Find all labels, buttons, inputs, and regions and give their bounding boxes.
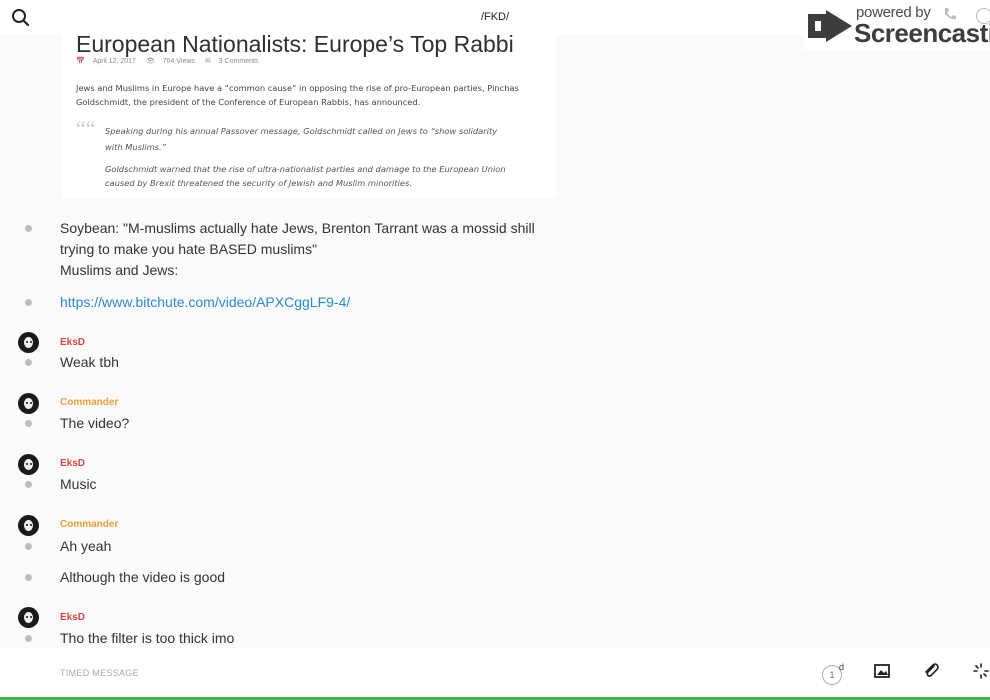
- message-text: Although the video is good: [60, 569, 226, 585]
- image-icon[interactable]: [873, 662, 891, 680]
- timed-message-input[interactable]: [60, 660, 660, 686]
- message-link-row: https://www.bitchute.com/video/APXCggLF9…: [60, 292, 350, 313]
- attachment-icon[interactable]: [922, 662, 940, 680]
- message-bullet: [25, 543, 32, 550]
- message-bullet: [25, 420, 32, 427]
- article-title: European Nationalists: Europe’s Top Rabb…: [76, 31, 514, 57]
- eye-icon: 👁: [145, 58, 155, 65]
- message-bullet: [25, 299, 32, 306]
- article-meta: 📅 April 12, 2017 👁 704 Views ✉ 3 Comments: [76, 57, 266, 65]
- calendar-icon: 📅: [76, 58, 85, 65]
- video-link[interactable]: https://www.bitchute.com/video/APXCggLF9…: [60, 294, 350, 310]
- message-text: The video?: [60, 415, 130, 431]
- message-text: Ah yeah: [60, 538, 112, 554]
- article-intro: Jews and Muslims in Europe have a “commo…: [76, 83, 519, 107]
- username[interactable]: EksD: [60, 612, 85, 623]
- username[interactable]: EksD: [60, 458, 85, 469]
- message-text: Weak tbh: [60, 354, 119, 370]
- message-bullet: [25, 225, 32, 232]
- message-text: Tho the filter is too thick imo: [60, 630, 235, 646]
- timer-unit: d: [839, 662, 845, 672]
- message-bullet: [25, 481, 32, 488]
- loading-icon[interactable]: [972, 662, 990, 680]
- username[interactable]: Commander: [60, 519, 118, 530]
- avatar[interactable]: [18, 515, 39, 536]
- article-views: 704 Views: [162, 58, 195, 65]
- article-quote-2: Goldschmidt warned that the rise of ultr…: [105, 164, 506, 188]
- message-line: Soybean: "M-muslims actually hate Jews, …: [60, 220, 535, 236]
- article-quote-1: Speaking during his annual Passover mess…: [105, 126, 498, 152]
- message-text: Music: [60, 476, 97, 492]
- article-comments: 3 Comments: [218, 58, 259, 65]
- avatar[interactable]: [18, 332, 39, 353]
- message-bullet: [25, 574, 32, 581]
- message-line: trying to make you hate BASED muslims": [60, 241, 318, 257]
- screencastify-watermark: powered by Screencastify: [804, 0, 990, 50]
- article-image[interactable]: European Nationalists: Europe’s Top Rabb…: [62, 31, 556, 198]
- username[interactable]: EksD: [60, 337, 85, 348]
- avatar[interactable]: [18, 454, 39, 475]
- quote-mark-icon: ““: [76, 116, 96, 141]
- username[interactable]: Commander: [60, 397, 118, 408]
- composer-bar: 1 d: [0, 648, 990, 700]
- message-bullet: [25, 635, 32, 642]
- message-text: Soybean: "M-muslims actually hate Jews, …: [60, 218, 535, 281]
- avatar[interactable]: [18, 607, 39, 628]
- phone-icon: [945, 8, 956, 20]
- comment-icon: ✉: [204, 58, 211, 65]
- watermark-brand-text: Screencastify: [854, 18, 990, 48]
- info-icon: [976, 8, 990, 24]
- message-line: Muslims and Jews:: [60, 262, 179, 278]
- message-bullet: [25, 359, 32, 366]
- avatar[interactable]: [18, 393, 39, 414]
- article-date: April 12, 2017: [92, 58, 136, 65]
- screencastify-logo-icon: [808, 10, 852, 42]
